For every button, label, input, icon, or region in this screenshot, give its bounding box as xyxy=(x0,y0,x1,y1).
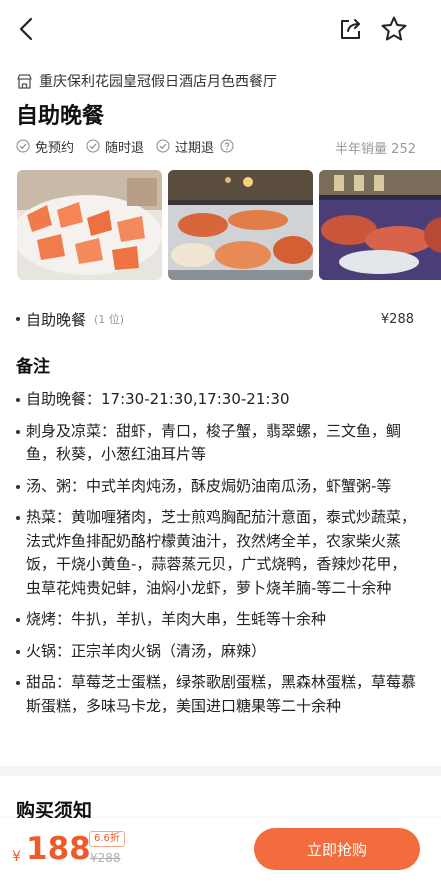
tag-expired-refund: 过期退 xyxy=(156,137,214,156)
note-item: 甜品：草莓芝士蛋糕，绿茶歌剧蛋糕，黑森林蛋糕，草莓慕斯蛋糕，多味马卡龙，美国进口… xyxy=(16,671,416,718)
hotel-link[interactable]: 重庆保利花园皇冠假日酒店月色西餐厅 xyxy=(16,70,277,92)
original-price: ¥288 xyxy=(90,851,121,865)
package-price: ¥288 xyxy=(380,311,414,327)
discount-badge: 6.6折 xyxy=(89,831,125,847)
share-icon[interactable] xyxy=(338,16,364,42)
hotel-name: 重庆保利花园皇冠假日酒店月色西餐厅 xyxy=(39,74,277,90)
star-icon[interactable] xyxy=(380,15,408,43)
current-price: 188 xyxy=(26,831,91,867)
note-item: 自助晚餐：17:30-21:30,17:30-21:30 xyxy=(16,388,416,412)
deal-page: 重庆保利花园皇冠假日酒店月色西餐厅 自助晚餐 免预约 随时退 过期退 半年销量 … xyxy=(0,0,441,896)
package-item: 自助晚餐 (1 位) ¥288 xyxy=(16,308,414,330)
deal-title: 自助晚餐 xyxy=(16,104,105,129)
service-tags: 免预约 随时退 过期退 xyxy=(16,136,234,156)
note-item: 汤、粥：中式羊肉炖汤，酥皮焗奶油南瓜汤，虾蟹粥-等 xyxy=(16,475,416,499)
deal-info-card: 重庆保利花园皇冠假日酒店月色西餐厅 自助晚餐 免预约 随时退 过期退 半年销量 … xyxy=(0,60,441,766)
currency-symbol: ¥ xyxy=(12,849,21,865)
notes-title: 备注 xyxy=(16,357,50,377)
check-circle-icon xyxy=(156,139,170,153)
tag-refund-anytime: 随时退 xyxy=(86,137,144,156)
package-quantity: (1 位) xyxy=(94,313,125,326)
photo-salmon[interactable] xyxy=(17,170,162,280)
tag-label: 随时退 xyxy=(105,140,145,156)
photo-gallery[interactable] xyxy=(17,170,441,280)
bottom-bar: ¥ 188 6.6折 ¥288 立即抢购 xyxy=(0,818,441,896)
back-arrow-icon[interactable] xyxy=(16,16,38,42)
note-item: 热菜：黄咖喱猪肉，芝士煎鸡胸配茄汁意面，泰式炒蔬菜，法式炸鱼排配奶酪柠檬黄油汁，… xyxy=(16,506,416,600)
photo-buffet[interactable] xyxy=(168,170,313,280)
note-item: 火锅：正宗羊肉火锅（清汤，麻辣） xyxy=(16,640,416,664)
question-icon[interactable] xyxy=(220,139,234,153)
check-circle-icon xyxy=(86,139,100,153)
top-bar xyxy=(0,0,441,60)
sales-count: 半年销量 252 xyxy=(335,142,416,157)
check-circle-icon xyxy=(16,139,30,153)
note-item: 烧烤：牛扒，羊扒，羊肉大串，生蚝等十余种 xyxy=(16,608,416,632)
notes-list: 自助晚餐：17:30-21:30,17:30-21:30 刺身及凉菜：甜虾，青口… xyxy=(16,388,416,726)
buy-now-button[interactable]: 立即抢购 xyxy=(254,828,420,870)
shop-icon xyxy=(17,73,32,89)
tag-label: 过期退 xyxy=(175,140,215,156)
note-item: 刺身及凉菜：甜虾，青口，梭子蟹，翡翠螺，三文鱼，鲷鱼，秋葵，小葱红油耳片等 xyxy=(16,420,416,467)
tag-label: 免预约 xyxy=(35,140,75,156)
package-name: 自助晚餐 xyxy=(26,310,87,329)
tag-no-reservation: 免预约 xyxy=(16,137,74,156)
photo-seafood[interactable] xyxy=(319,170,441,280)
